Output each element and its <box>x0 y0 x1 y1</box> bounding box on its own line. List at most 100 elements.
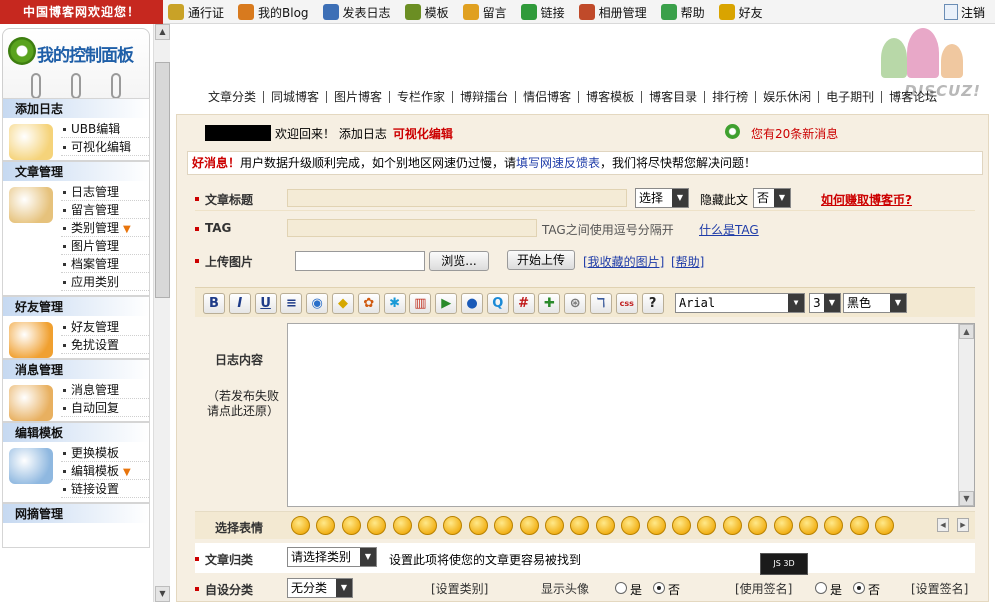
top-nav-item[interactable]: 相册管理 <box>578 0 647 24</box>
align-button[interactable]: ≡ <box>280 293 303 314</box>
font-size-select[interactable]: 3 ▼ <box>809 293 841 313</box>
scroll-thumb[interactable] <box>155 62 170 298</box>
category-nav-item[interactable]: 娱乐休闲 <box>756 91 820 103</box>
category-nav-item[interactable]: 博辩擂台 <box>453 91 517 103</box>
special-char-button[interactable]: ✱ <box>383 293 406 314</box>
signature-no-radio[interactable] <box>853 582 865 594</box>
top-nav-item[interactable]: 留言 <box>462 0 507 24</box>
sidebar-item[interactable]: 留言管理 <box>61 201 149 219</box>
restore-link[interactable]: （若发布失败请点此还原） <box>203 389 283 419</box>
scroll-down-icon[interactable]: ▼ <box>155 586 170 602</box>
css-button[interactable]: css <box>615 293 638 314</box>
emoji-icon[interactable] <box>418 516 437 535</box>
category-nav-item[interactable]: 博客目录 <box>642 91 706 103</box>
wrap-button[interactable]: ⊛ <box>564 293 587 314</box>
category-nav-item[interactable]: 排行榜 <box>705 91 757 103</box>
sidebar-item[interactable]: 链接设置 <box>61 480 149 498</box>
cut-button[interactable]: ℸ <box>590 293 612 314</box>
upload-help-link[interactable]: [帮助] <box>671 253 704 270</box>
what-is-tag-link[interactable]: 什么是TAG <box>699 221 759 238</box>
tag-input[interactable] <box>287 219 537 237</box>
sidebar-item[interactable]: 图片管理 <box>61 237 149 255</box>
top-nav-item[interactable]: 我的Blog <box>238 0 309 24</box>
font-color-select[interactable]: 黑色 ▼ <box>843 293 907 313</box>
emoji-icon[interactable] <box>722 516 742 535</box>
favorite-images-link[interactable]: [我收藏的图片] <box>583 253 664 270</box>
category-nav-item[interactable]: 情侣博客 <box>516 91 580 103</box>
emoji-icon[interactable] <box>316 516 336 535</box>
earn-coins-link[interactable]: 如何赚取博客币? <box>821 191 912 208</box>
avatar-yes-radio[interactable] <box>615 582 627 594</box>
emoji-icon[interactable] <box>341 516 361 535</box>
custom-category-select[interactable]: 无分类 ▼ <box>287 578 353 598</box>
chat-button[interactable]: ● <box>461 293 483 314</box>
title-select[interactable]: 选择 ▼ <box>635 188 689 208</box>
edit-mode-label[interactable]: 可视化编辑 <box>393 127 453 141</box>
sidebar-item[interactable]: 类别管理 ▼ <box>61 219 149 237</box>
scroll-up-icon[interactable]: ▲ <box>959 324 974 339</box>
comment-button[interactable]: ✚ <box>538 293 561 314</box>
top-nav-item[interactable]: 通行证 <box>168 0 224 24</box>
top-nav-item[interactable]: 帮助 <box>660 0 705 24</box>
category-nav-item[interactable]: 电子期刊 <box>819 91 883 103</box>
emoji-icon[interactable] <box>672 516 691 535</box>
sidebar-item[interactable]: 档案管理 <box>61 255 149 273</box>
emoji-icon[interactable] <box>748 516 768 535</box>
emoji-prev-icon[interactable]: ◀ <box>937 518 949 532</box>
logout-link[interactable]: 注销 <box>943 0 985 24</box>
sidebar-item[interactable]: 更换模板 <box>61 444 149 462</box>
set-category-link[interactable]: [设置类别] <box>431 580 488 597</box>
emoji-icon[interactable] <box>392 516 412 535</box>
emoji-icon[interactable] <box>443 516 463 535</box>
set-signature-link[interactable]: [设置签名] <box>911 580 968 597</box>
sidebar-item[interactable]: 日志管理 <box>61 183 149 201</box>
category-nav-item[interactable]: 博客模板 <box>579 91 643 103</box>
help-cursor-button[interactable]: ? <box>641 293 664 314</box>
top-nav-item[interactable]: 链接 <box>520 0 565 24</box>
sidebar-item[interactable]: 可视化编辑 <box>61 138 149 156</box>
start-upload-button[interactable]: 开始上传 <box>507 250 575 270</box>
category-select[interactable]: 请选择类别 ▼ <box>287 547 377 567</box>
emoji-icon[interactable] <box>570 516 590 535</box>
category-nav-item[interactable]: 博客论坛 <box>882 91 944 103</box>
avatar-no-radio[interactable] <box>653 582 665 594</box>
emoji-icon[interactable] <box>595 516 615 535</box>
scroll-up-icon[interactable]: ▲ <box>155 24 170 40</box>
emoji-icon[interactable] <box>519 516 539 535</box>
category-nav-item[interactable]: 同城博客 <box>264 91 328 103</box>
category-nav-item[interactable]: 专栏作家 <box>390 91 454 103</box>
sidebar-item[interactable]: 消息管理 <box>61 381 149 399</box>
emoji-icon[interactable] <box>468 516 488 535</box>
sidebar-item[interactable]: 好友管理 <box>61 318 149 336</box>
editor-scrollbar[interactable]: ▲ ▼ <box>958 324 974 506</box>
hide-select[interactable]: 否 ▼ <box>753 188 791 208</box>
top-nav-item[interactable]: 发表日志 <box>322 0 391 24</box>
emoji-icon[interactable] <box>646 516 666 535</box>
content-editor[interactable]: ▲ ▼ <box>287 323 975 507</box>
emoji-icon[interactable] <box>621 516 641 535</box>
emoji-next-icon[interactable]: ▶ <box>957 518 969 532</box>
sidebar-item[interactable]: 自动回复 <box>61 399 149 417</box>
bold-button[interactable]: B <box>203 293 225 314</box>
emoji-icon[interactable] <box>291 516 310 535</box>
signature-yes-radio[interactable] <box>815 582 827 594</box>
sidebar-item[interactable]: 应用类别 <box>61 273 149 291</box>
top-nav-item[interactable]: 好友 <box>718 0 763 24</box>
font-name-select[interactable]: Arial ▼ <box>675 293 805 313</box>
emoji-icon[interactable] <box>545 516 564 535</box>
italic-button[interactable]: I <box>228 293 251 314</box>
emoji-icon[interactable] <box>367 516 387 535</box>
upload-file-input[interactable] <box>295 251 425 271</box>
play-button[interactable]: ▶ <box>435 293 458 314</box>
title-input[interactable] <box>287 189 627 207</box>
speed-feedback-link[interactable]: 填写网速反馈表 <box>516 156 600 170</box>
emoji-icon[interactable] <box>697 516 717 535</box>
emoji-icon[interactable] <box>494 516 514 535</box>
sidebar-item[interactable]: UBB编辑 <box>61 120 149 138</box>
insert-note-button[interactable]: ◆ <box>332 293 354 314</box>
sidebar-item[interactable]: 免扰设置 <box>61 336 149 354</box>
search-button[interactable]: Q <box>486 293 509 314</box>
top-nav-item[interactable]: 模板 <box>404 0 449 24</box>
emoji-icon[interactable] <box>849 516 869 535</box>
new-messages-link[interactable]: 您有20条新消息 <box>751 125 838 142</box>
